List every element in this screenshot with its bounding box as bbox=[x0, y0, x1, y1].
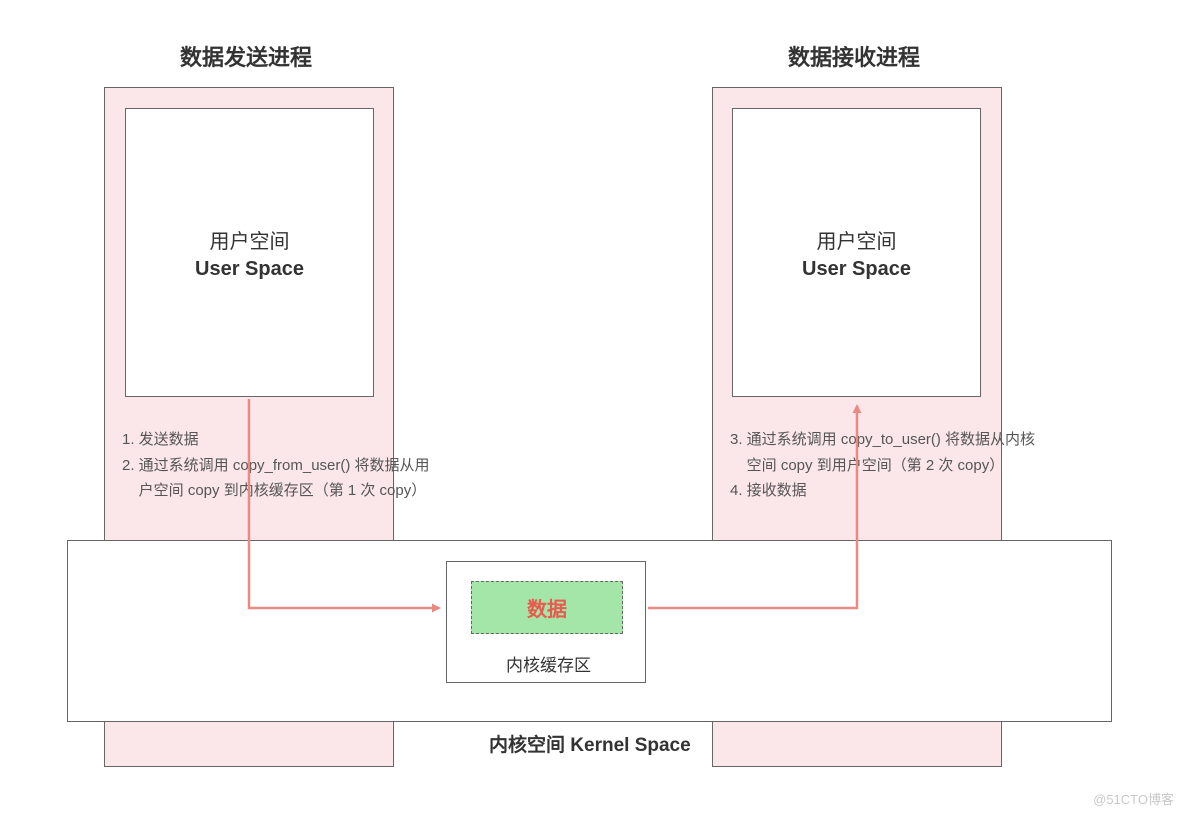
step-2a: 2. 通过系统调用 copy_from_user() 将数据从用 bbox=[122, 453, 430, 479]
step-1: 1. 发送数据 bbox=[122, 427, 430, 453]
kernel-buffer-label: 内核缓存区 bbox=[506, 651, 591, 676]
sender-steps: 1. 发送数据 2. 通过系统调用 copy_from_user() 将数据从用… bbox=[122, 427, 430, 504]
receiver-steps: 3. 通过系统调用 copy_to_user() 将数据从内核 空间 copy … bbox=[730, 427, 1035, 504]
receiver-process-title: 数据接收进程 bbox=[788, 40, 920, 72]
step-2b: 户空间 copy 到内核缓存区（第 1 次 copy） bbox=[122, 478, 430, 504]
receiver-user-space-box: 用户空间 User Space bbox=[732, 108, 981, 397]
user-space-label-cn: 用户空间 bbox=[817, 225, 897, 254]
step-4: 4. 接收数据 bbox=[730, 478, 1035, 504]
sender-user-space-box: 用户空间 User Space bbox=[125, 108, 374, 397]
sender-process-title: 数据发送进程 bbox=[180, 40, 312, 72]
step-3b: 空间 copy 到用户空间（第 2 次 copy） bbox=[730, 453, 1035, 479]
kernel-space-label: 内核空间 Kernel Space bbox=[489, 730, 691, 757]
watermark: @51CTO博客 bbox=[1093, 789, 1174, 808]
user-space-label-cn: 用户空间 bbox=[210, 225, 290, 254]
user-space-label-en: User Space bbox=[802, 258, 911, 281]
step-3a: 3. 通过系统调用 copy_to_user() 将数据从内核 bbox=[730, 427, 1035, 453]
data-box: 数据 bbox=[471, 581, 623, 634]
data-label: 数据 bbox=[527, 593, 567, 622]
user-space-label-en: User Space bbox=[195, 258, 304, 281]
